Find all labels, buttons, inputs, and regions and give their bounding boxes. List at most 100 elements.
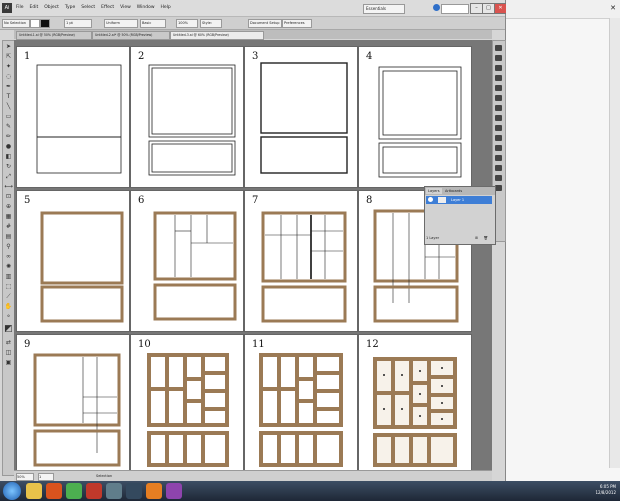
color-guide-panel-icon[interactable] xyxy=(495,55,502,61)
hand-tool-icon[interactable]: ✋ xyxy=(4,303,13,311)
mesh-tool-icon[interactable]: # xyxy=(4,223,13,231)
document-setup-button[interactable]: Document Setup xyxy=(248,19,282,28)
blob-brush-tool-icon[interactable]: ● xyxy=(4,143,13,151)
stroke-weight-field[interactable]: 1 pt xyxy=(64,19,92,28)
start-button[interactable] xyxy=(3,482,21,500)
artboard-4[interactable]: 4 xyxy=(358,46,472,188)
swatches-panel-icon[interactable] xyxy=(495,65,502,71)
symbols-panel-icon[interactable] xyxy=(495,85,502,91)
opera-icon[interactable] xyxy=(86,483,102,499)
fill-swatch[interactable] xyxy=(30,19,40,28)
pathfinder-panel-icon[interactable] xyxy=(495,175,502,181)
explorer-icon[interactable] xyxy=(26,483,42,499)
preferences-button[interactable]: Preferences xyxy=(282,19,312,28)
system-clock[interactable]: 6:05 PM 12/8/2012 xyxy=(595,484,616,496)
magic-wand-tool-icon[interactable]: ✦ xyxy=(4,63,13,71)
lasso-tool-icon[interactable]: ◌ xyxy=(4,73,13,81)
doc-tab-1[interactable]: Untitled-1.ai @ 50% (RGB/Preview) xyxy=(16,31,92,40)
brush-definition[interactable]: Basic xyxy=(140,19,166,28)
artboard-navigator[interactable]: 1 xyxy=(38,473,54,481)
opacity-field[interactable]: 100% xyxy=(176,19,198,28)
search-input[interactable] xyxy=(441,4,469,14)
doc-tab-2[interactable]: Untitled-2.ai* @ 50% (RGB/Preview) xyxy=(92,31,170,40)
stroke-swatch[interactable] xyxy=(40,19,50,28)
rectangle-tool-icon[interactable]: ▭ xyxy=(4,113,13,121)
paintbrush-tool-icon[interactable]: ✎ xyxy=(4,123,13,131)
transparency-panel-icon[interactable] xyxy=(495,115,502,121)
line-tool-icon[interactable]: ╲ xyxy=(4,103,13,111)
variable-width-profile[interactable]: Uniform xyxy=(104,19,138,28)
pen-tool-icon[interactable]: ✒ xyxy=(4,83,13,91)
slice-tool-icon[interactable]: ⟋ xyxy=(4,293,13,301)
blend-tool-icon[interactable]: ∞ xyxy=(4,253,13,261)
eyedropper-tool-icon[interactable]: ⚲ xyxy=(4,243,13,251)
transform-panel-icon[interactable] xyxy=(495,185,502,191)
rotate-tool-icon[interactable]: ↻ xyxy=(4,163,13,171)
artboard-5[interactable]: 5 xyxy=(16,190,130,332)
artboard-3[interactable]: 3 xyxy=(244,46,358,188)
gradient-tool-icon[interactable]: ▤ xyxy=(4,233,13,241)
menu-type[interactable]: Type xyxy=(65,5,75,10)
artboard-6[interactable]: 6 xyxy=(130,190,244,332)
document-icon[interactable] xyxy=(126,483,142,499)
search-icon[interactable] xyxy=(433,4,440,11)
tab-layers[interactable]: Layers xyxy=(426,188,442,194)
width-tool-icon[interactable]: ⟷ xyxy=(4,183,13,191)
brushes-panel-icon[interactable] xyxy=(495,75,502,81)
artboard-7[interactable]: 7 xyxy=(244,190,358,332)
stroke-panel-icon[interactable] xyxy=(495,95,502,101)
direct-selection-tool-icon[interactable]: ⇱ xyxy=(4,53,13,61)
zoom-level[interactable]: 50% xyxy=(16,473,34,481)
chrome-icon[interactable] xyxy=(66,483,82,499)
menu-select[interactable]: Select xyxy=(81,5,95,10)
workspace-switcher[interactable]: Essentials xyxy=(363,4,405,14)
menu-view[interactable]: View xyxy=(120,5,131,10)
artboard-12[interactable]: 12 xyxy=(358,334,472,470)
menu-help[interactable]: Help xyxy=(161,5,171,10)
zoom-tool-icon[interactable]: ⚬ xyxy=(4,313,13,321)
illustrator-taskbar-icon[interactable] xyxy=(146,483,162,499)
artboard-9[interactable]: 9 xyxy=(16,334,130,470)
draw-mode-icon[interactable]: ◫ xyxy=(4,349,13,357)
close-icon[interactable]: ✕ xyxy=(610,4,616,12)
symbol-sprayer-tool-icon[interactable]: ✺ xyxy=(4,263,13,271)
artboards-panel-icon[interactable] xyxy=(495,155,502,161)
layers-panel-icon[interactable] xyxy=(495,145,502,151)
column-graph-tool-icon[interactable]: ▥ xyxy=(4,273,13,281)
trash-icon[interactable]: 🗑 xyxy=(484,235,488,242)
color-panel-icon[interactable] xyxy=(495,45,502,51)
screen-mode-icon[interactable]: ▣ xyxy=(4,359,13,367)
free-transform-tool-icon[interactable]: ⊡ xyxy=(4,193,13,201)
type-tool-icon[interactable]: T xyxy=(4,93,13,101)
menu-file[interactable]: File xyxy=(16,5,24,10)
vertical-scrollbar[interactable] xyxy=(609,18,620,468)
new-layer-icon[interactable]: ⊞ xyxy=(475,235,478,242)
appearance-panel-icon[interactable] xyxy=(495,125,502,131)
align-panel-icon[interactable] xyxy=(495,165,502,171)
menu-edit[interactable]: Edit xyxy=(30,5,39,10)
menu-object[interactable]: Object xyxy=(44,5,59,10)
eraser-tool-icon[interactable]: ◧ xyxy=(4,153,13,161)
doc-tab-3[interactable]: Untitled-3.ai @ 60% (RGB/Preview) xyxy=(170,31,264,40)
gradient-panel-icon[interactable] xyxy=(495,105,502,111)
fill-stroke-swatches-icon[interactable]: ◩ xyxy=(4,325,13,334)
scale-tool-icon[interactable]: ⤢ xyxy=(4,173,13,181)
artboard-1[interactable]: 1 xyxy=(16,46,130,188)
layer-row[interactable]: Layer 1 xyxy=(426,196,492,204)
folder-icon[interactable] xyxy=(106,483,122,499)
menu-effect[interactable]: Effect xyxy=(101,5,114,10)
pencil-tool-icon[interactable]: ✏ xyxy=(4,133,13,141)
shape-builder-tool-icon[interactable]: ⊕ xyxy=(4,203,13,211)
firefox-icon[interactable] xyxy=(46,483,62,499)
selection-tool-icon[interactable]: ➤ xyxy=(4,43,13,51)
media-player-icon[interactable] xyxy=(166,483,182,499)
artboard-2[interactable]: 2 xyxy=(130,46,244,188)
style-picker[interactable]: Style: xyxy=(200,19,222,28)
tab-artboards[interactable]: Artboards xyxy=(443,188,464,194)
menu-window[interactable]: Window xyxy=(137,5,155,10)
artboard-tool-icon[interactable]: ⬚ xyxy=(4,283,13,291)
artboard-11[interactable]: 11 xyxy=(244,334,358,470)
graphic-styles-panel-icon[interactable] xyxy=(495,135,502,141)
swap-colors-icon[interactable]: ⇄ xyxy=(4,339,13,347)
eye-icon[interactable] xyxy=(428,197,433,202)
